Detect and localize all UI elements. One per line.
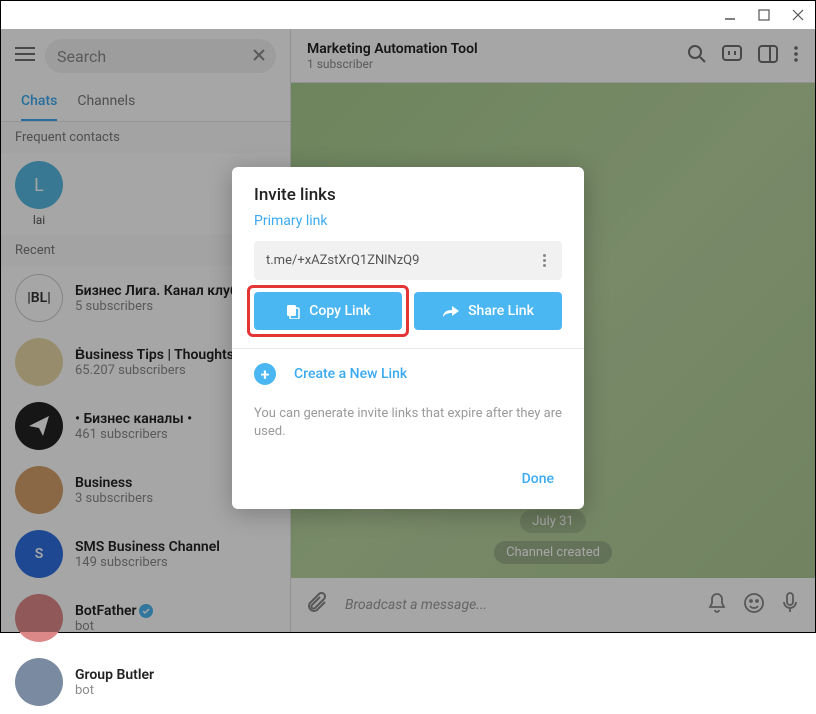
share-icon <box>442 304 460 318</box>
modal-overlay[interactable]: Invite links Primary link t.me/+xAZstXrQ… <box>1 29 815 632</box>
window-titlebar <box>1 1 815 29</box>
chat-item-sub: bot <box>75 683 154 698</box>
create-new-link-button[interactable]: + Create a New Link <box>232 349 584 399</box>
copy-link-highlight: Copy Link <box>247 285 409 337</box>
invite-links-modal: Invite links Primary link t.me/+xAZstXrQ… <box>232 167 584 509</box>
copy-link-button[interactable]: Copy Link <box>254 292 402 330</box>
plus-icon: + <box>254 363 276 385</box>
help-text: You can generate invite links that expir… <box>232 399 584 455</box>
window-minimize-button[interactable] <box>721 6 739 24</box>
window-maximize-button[interactable] <box>755 6 773 24</box>
done-button[interactable]: Done <box>514 465 562 493</box>
invite-link-field[interactable]: t.me/+xAZstXrQ1ZNlNzQ9 <box>254 241 562 280</box>
modal-title: Invite links <box>232 167 584 213</box>
chat-item-title: Group Butler <box>75 667 154 683</box>
invite-link-value: t.me/+xAZstXrQ1ZNlNzQ9 <box>266 253 539 268</box>
primary-link-label: Primary link <box>232 213 584 241</box>
window-close-button[interactable] <box>789 6 807 24</box>
share-link-button[interactable]: Share Link <box>414 292 562 330</box>
link-options-icon[interactable] <box>539 254 550 267</box>
chat-list-item[interactable]: Group Butlerbot <box>1 650 290 714</box>
copy-icon <box>285 303 301 319</box>
avatar <box>15 658 63 706</box>
